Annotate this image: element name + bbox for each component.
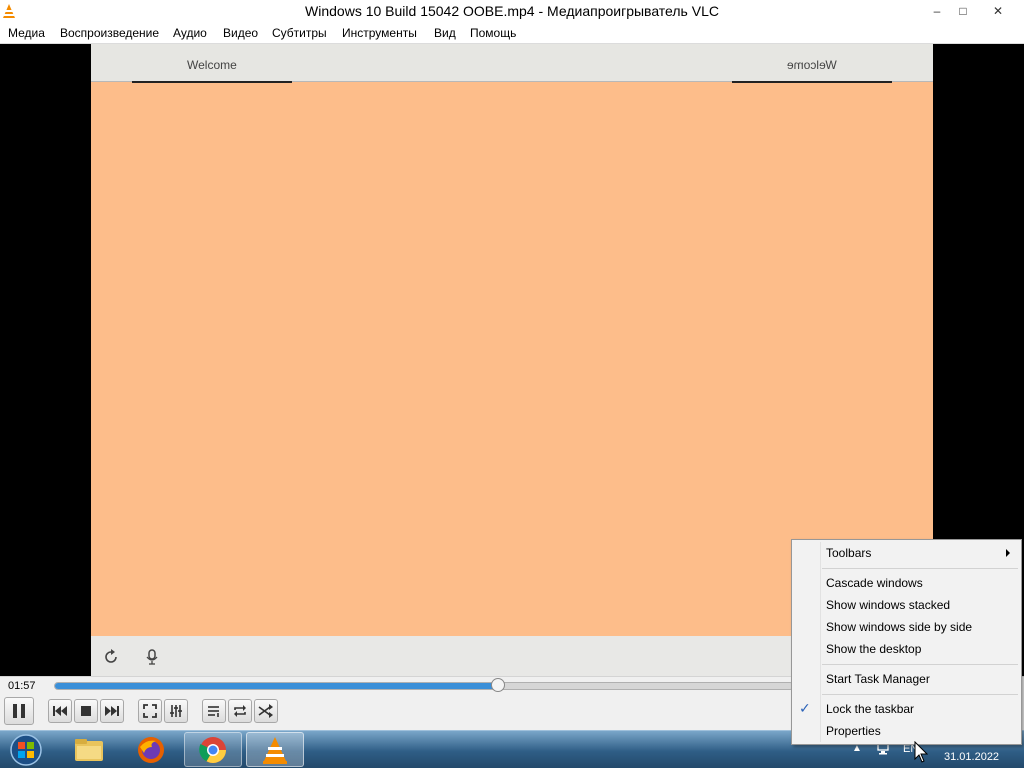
playlist-button[interactable] <box>202 699 226 723</box>
random-button[interactable] <box>254 699 278 723</box>
checkmark-icon: ✓ <box>799 700 811 716</box>
taskbar-chrome[interactable] <box>184 732 242 767</box>
welcome-mirrored-underline <box>732 81 892 83</box>
welcome-underline <box>132 81 292 83</box>
fullscreen-button[interactable] <box>138 699 162 723</box>
taskbar-vlc[interactable] <box>246 732 304 767</box>
screen: Windows 10 Build 15042 OOBE.mp4 - Медиап… <box>0 0 1024 768</box>
taskbar-context-menu: Toolbars Cascade windows Show windows st… <box>791 539 1022 745</box>
next-icon <box>105 706 119 716</box>
previous-icon <box>53 706 67 716</box>
minimize-button[interactable]: – <box>924 2 950 20</box>
title-bar: Windows 10 Build 15042 OOBE.mp4 - Медиап… <box>0 0 1024 24</box>
fullscreen-icon <box>143 704 157 718</box>
menu-item-toolbars[interactable]: Toolbars <box>826 546 871 560</box>
menu-playback[interactable]: Воспроизведение <box>60 26 159 40</box>
loop-icon <box>234 705 246 717</box>
folder-icon <box>75 738 103 761</box>
next-button[interactable] <box>100 699 124 723</box>
firefox-icon <box>138 736 164 763</box>
menu-bar: Медиа Воспроизведение Аудио Видео Субтит… <box>0 24 1024 44</box>
welcome-tab-label: Welcome <box>187 58 237 72</box>
pause-icon <box>13 704 25 718</box>
mouse-cursor-icon <box>914 741 928 763</box>
stop-button[interactable] <box>74 699 98 723</box>
menu-separator <box>822 694 1018 695</box>
loop-button[interactable] <box>228 699 252 723</box>
menu-item-start-task-manager[interactable]: Start Task Manager <box>826 672 930 686</box>
menu-separator <box>822 568 1018 569</box>
menu-audio[interactable]: Аудио <box>173 26 207 40</box>
playlist-icon <box>208 706 219 717</box>
shuffle-icon <box>258 704 273 718</box>
stop-icon <box>81 706 91 716</box>
menu-media[interactable]: Медиа <box>8 26 45 40</box>
menu-subtitles[interactable]: Субтитры <box>272 26 327 40</box>
menu-item-lock-taskbar[interactable]: Lock the taskbar <box>826 702 914 716</box>
menu-item-show-desktop[interactable]: Show the desktop <box>826 642 921 656</box>
seek-bar[interactable] <box>54 678 794 692</box>
menu-separator <box>822 664 1018 665</box>
menu-tools[interactable]: Инструменты <box>342 26 417 40</box>
menu-help[interactable]: Помощь <box>470 26 516 40</box>
menu-video[interactable]: Видео <box>223 26 258 40</box>
microphone-icon <box>146 649 158 665</box>
equalizer-icon <box>170 705 182 717</box>
chrome-icon <box>199 736 227 763</box>
ease-of-access-icon <box>105 649 117 663</box>
start-button[interactable] <box>6 733 46 767</box>
elapsed-time: 01:57 <box>8 680 36 692</box>
menu-item-properties[interactable]: Properties <box>826 724 881 738</box>
menu-item-show-windows-stacked[interactable]: Show windows stacked <box>826 598 950 612</box>
menu-gutter <box>820 542 821 742</box>
extended-settings-button[interactable] <box>164 699 188 723</box>
menu-item-show-windows-side-by-side[interactable]: Show windows side by side <box>826 620 972 634</box>
previous-button[interactable] <box>48 699 72 723</box>
seek-handle[interactable] <box>490 678 505 692</box>
vlc-icon <box>263 736 287 764</box>
pause-button[interactable] <box>4 697 34 725</box>
menu-item-cascade-windows[interactable]: Cascade windows <box>826 576 923 590</box>
taskbar-explorer[interactable] <box>60 732 118 767</box>
welcome-mirrored-label: Welcome <box>787 58 837 72</box>
submenu-arrow-icon <box>1006 549 1010 557</box>
taskbar-firefox[interactable] <box>122 732 180 767</box>
maximize-button[interactable]: □ <box>950 2 976 20</box>
tray-date[interactable]: 31.01.2022 <box>944 751 999 763</box>
menu-view[interactable]: Вид <box>434 26 456 40</box>
close-button[interactable]: ✕ <box>976 2 1020 20</box>
window-title: Windows 10 Build 15042 OOBE.mp4 - Медиап… <box>305 3 719 19</box>
seek-bar-progress <box>55 683 498 689</box>
oobe-header: Welcome Welcome <box>91 44 933 83</box>
